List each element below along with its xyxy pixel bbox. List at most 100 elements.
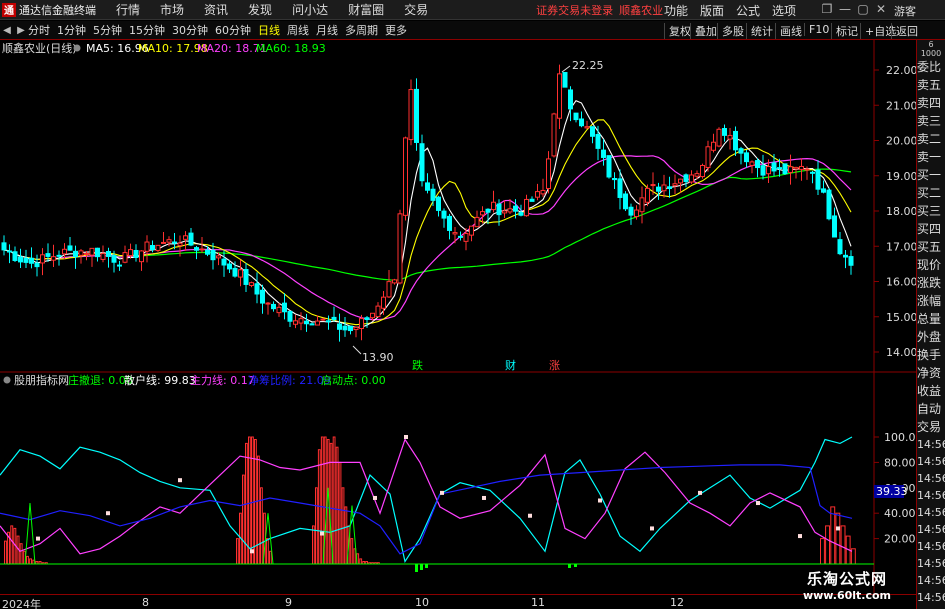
candle-body[interactable] (78, 250, 84, 256)
candle-body[interactable] (436, 196, 441, 211)
candle-body[interactable] (568, 89, 573, 110)
candle-body[interactable] (166, 239, 172, 243)
candle-body[interactable] (799, 165, 804, 170)
indicator-settings-icon[interactable] (3, 376, 11, 384)
candle-body[interactable] (309, 323, 315, 326)
candle-body[interactable] (590, 126, 595, 137)
candle-body[interactable] (557, 73, 562, 119)
candle-body[interactable] (315, 320, 320, 326)
candle-body[interactable] (348, 325, 353, 332)
candle-body[interactable] (771, 162, 777, 172)
candle-body[interactable] (392, 279, 397, 284)
candle-body[interactable] (744, 152, 749, 163)
candle-body[interactable] (106, 250, 111, 257)
candle-body[interactable] (298, 318, 304, 324)
candle-body[interactable] (414, 88, 419, 143)
candle-body[interactable] (452, 232, 458, 235)
candle-body[interactable] (210, 250, 216, 261)
side-panel-item[interactable]: 收益 (917, 382, 945, 400)
candle-body[interactable] (485, 208, 491, 213)
nav-right-icon[interactable]: ▶ (14, 25, 28, 36)
candle-body[interactable] (540, 189, 546, 195)
candle-body[interactable] (34, 262, 40, 268)
candle-body[interactable] (282, 302, 287, 313)
candle-body[interactable] (788, 166, 793, 173)
candle-body[interactable] (216, 255, 221, 259)
candle-body[interactable] (584, 126, 590, 129)
candle-body[interactable] (249, 282, 254, 286)
candle-body[interactable] (199, 248, 205, 251)
candle-body[interactable] (331, 316, 337, 321)
candle-body[interactable] (491, 201, 496, 211)
candle-body[interactable] (832, 215, 837, 238)
candle-body[interactable] (188, 232, 194, 246)
candle-body[interactable] (447, 215, 452, 231)
candle-body[interactable] (89, 247, 95, 256)
side-panel-item[interactable]: 总量 (917, 310, 945, 328)
candle-body[interactable] (606, 155, 612, 178)
candlestick-series[interactable] (1, 64, 854, 342)
candle-body[interactable] (408, 89, 414, 141)
candle-body[interactable] (370, 312, 375, 319)
candle-body[interactable] (612, 178, 617, 181)
side-panel-item[interactable]: 涨幅 (917, 292, 945, 310)
candle-body[interactable] (837, 239, 843, 255)
menu-quotes[interactable]: 行情 (116, 1, 140, 18)
mark-button[interactable]: 标记 (831, 23, 858, 39)
side-panel-item[interactable]: 现价 (917, 256, 945, 274)
candle-body[interactable] (260, 289, 265, 304)
candle-body[interactable] (777, 167, 782, 170)
guest-user[interactable]: 游客 (894, 3, 916, 19)
candle-body[interactable] (650, 184, 656, 187)
candle-body[interactable] (320, 318, 326, 321)
candle-body[interactable] (56, 254, 62, 257)
candle-body[interactable] (573, 112, 579, 121)
draw-line-button[interactable]: 画线 (775, 23, 802, 39)
candle-body[interactable] (122, 252, 128, 263)
side-panel-item[interactable]: 自动 (917, 400, 945, 418)
candle-body[interactable] (766, 166, 771, 175)
overlay-button[interactable]: 叠加 (690, 23, 717, 39)
candle-body[interactable] (45, 253, 51, 257)
candle-body[interactable] (469, 225, 474, 236)
menu-news[interactable]: 资讯 (204, 1, 228, 18)
candle-body[interactable] (232, 267, 238, 277)
close-icon[interactable]: ✕ (872, 2, 890, 16)
candle-body[interactable] (425, 182, 430, 191)
candle-body[interactable] (782, 163, 788, 175)
candle-body[interactable] (205, 249, 210, 255)
candle-body[interactable] (381, 296, 386, 309)
candle-body[interactable] (810, 171, 815, 174)
side-panel-item[interactable]: 涨跌 (917, 274, 945, 292)
side-panel-item[interactable]: 卖四 (917, 94, 945, 112)
candle-body[interactable] (194, 247, 199, 251)
candle-body[interactable] (177, 242, 183, 247)
candle-body[interactable] (628, 206, 634, 216)
event-marker-down[interactable]: 跌 (412, 358, 423, 372)
side-panel-item[interactable]: 外盘 (917, 328, 945, 346)
candle-body[interactable] (67, 245, 73, 251)
candle-body[interactable] (804, 168, 810, 171)
candle-body[interactable] (337, 323, 342, 330)
candle-body[interactable] (815, 169, 821, 190)
candle-body[interactable] (243, 269, 249, 285)
candle-body[interactable] (100, 253, 106, 260)
f10-button[interactable]: F10 (804, 23, 829, 36)
period-multi[interactable]: 多周期 (345, 22, 378, 38)
candle-body[interactable] (458, 235, 463, 238)
candle-body[interactable] (694, 173, 700, 177)
indicator-name[interactable]: 股朋指标网 (14, 373, 69, 387)
chart-area[interactable]: 顺鑫农业(日线) MA5: 16.96 MA10: 17.98 MA20: 18… (0, 40, 916, 594)
candle-body[interactable] (672, 183, 678, 187)
candle-body[interactable] (12, 251, 18, 261)
menu-trade[interactable]: 交易 (404, 1, 428, 18)
candle-body[interactable] (111, 255, 117, 263)
candle-body[interactable] (656, 186, 661, 192)
candle-body[interactable] (95, 247, 100, 258)
period-monthly[interactable]: 月线 (316, 22, 338, 38)
back-button[interactable]: 返回 (891, 23, 918, 39)
candle-body[interactable] (848, 256, 854, 266)
menu-wealth[interactable]: 财富圈 (348, 1, 384, 18)
candle-body[interactable] (353, 326, 359, 331)
candle-body[interactable] (793, 166, 799, 170)
